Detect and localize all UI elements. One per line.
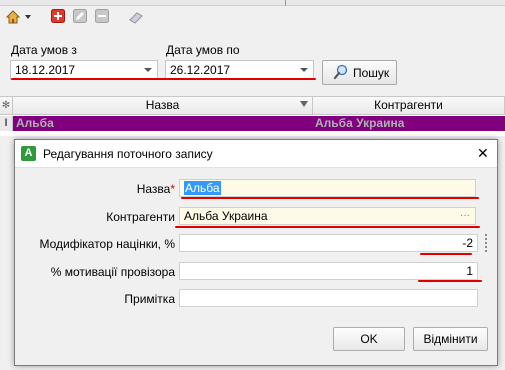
contractor-value: Альба Украина [184, 209, 268, 223]
date-to-label: Дата умов по [166, 43, 240, 57]
column-header-name[interactable]: Назва [13, 97, 313, 115]
dialog-title: Редагування поточного запису [43, 147, 213, 161]
ellipsis-button[interactable]: ··· [460, 208, 470, 224]
resize-grip[interactable] [485, 234, 487, 252]
app-icon: A [21, 146, 36, 161]
delete-icon[interactable] [95, 9, 111, 25]
column-header-name-label: Назва [145, 98, 180, 112]
name-value: Альба [184, 181, 221, 195]
date-to-value: 26.12.2017 [170, 63, 231, 77]
required-asterisk: * [170, 182, 175, 196]
annotation-underline-contractor [175, 226, 480, 228]
top-strip-divider [285, 0, 286, 6]
annotation-underline-markup [420, 253, 472, 255]
annotation-underline-dates [11, 78, 316, 80]
column-header-contractor-label: Контрагенти [374, 98, 443, 112]
row-indicator[interactable]: I [0, 116, 13, 131]
name-field[interactable]: Альба [179, 179, 476, 197]
home-icon[interactable] [5, 9, 21, 25]
annotation-underline-name [181, 197, 479, 199]
date-to-combo[interactable]: 26.12.2017 [165, 60, 314, 80]
date-from-label: Дата умов з [11, 43, 77, 57]
motivation-label: % мотивації провізора [50, 265, 175, 279]
chevron-down-icon[interactable] [144, 68, 152, 72]
home-dropdown-icon[interactable] [25, 15, 31, 19]
column-header-contractor[interactable]: Контрагенти [313, 97, 505, 115]
magnifier-icon [333, 64, 349, 80]
markup-value: -2 [462, 236, 473, 250]
edit-dialog: A Редагування поточного запису ✕ Назва* … [14, 139, 498, 366]
date-from-value: 18.12.2017 [15, 63, 76, 77]
row-indicator-glyph: I [4, 117, 8, 129]
close-icon[interactable]: ✕ [477, 145, 489, 162]
cell-contractor[interactable]: Альба Украина [315, 116, 404, 131]
note-label: Примітка [124, 292, 175, 306]
table-row[interactable]: Альба Альба Украина [13, 116, 505, 131]
eraser-icon[interactable] [128, 9, 144, 25]
cell-name[interactable]: Альба [16, 116, 54, 131]
filter-icon[interactable] [300, 101, 308, 107]
contractor-field[interactable]: Альба Украина ··· [179, 207, 476, 225]
search-button[interactable]: Пошук [322, 60, 397, 85]
cancel-button[interactable]: Відмінити [413, 327, 488, 351]
contractor-label: Контрагенти [106, 210, 175, 224]
top-strip [0, 0, 505, 6]
markup-field[interactable]: -2 [179, 234, 478, 252]
name-label: Назва [136, 182, 171, 196]
edit-icon[interactable] [73, 9, 89, 25]
ok-button-label: OK [360, 332, 378, 346]
note-field[interactable] [179, 289, 478, 307]
chevron-down-icon[interactable] [300, 68, 308, 72]
motivation-value: 1 [466, 264, 473, 278]
search-label: Пошук [353, 66, 390, 80]
markup-label: Модифікатор націнки, % [39, 237, 175, 251]
dialog-titlebar[interactable]: A Редагування поточного запису ✕ [15, 140, 497, 168]
cancel-button-label: Відмінити [423, 332, 478, 346]
grid-corner[interactable]: ✻ [0, 97, 13, 115]
app-icon-letter: A [24, 147, 33, 159]
annotation-underline-motivation [418, 280, 482, 282]
ok-button[interactable]: OK [333, 327, 405, 351]
motivation-field[interactable]: 1 [179, 262, 478, 280]
date-from-combo[interactable]: 18.12.2017 [10, 60, 158, 80]
name-label-wrap: Назва* [15, 182, 175, 196]
add-icon[interactable] [51, 9, 67, 25]
